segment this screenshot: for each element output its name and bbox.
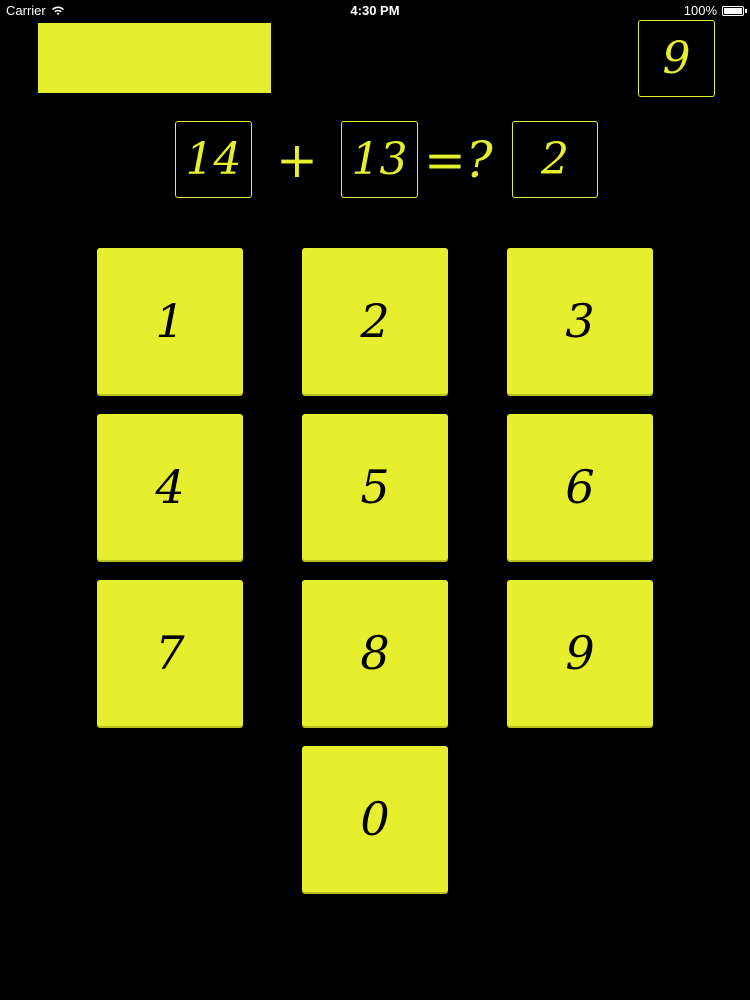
key-1[interactable]: 1 <box>97 248 243 394</box>
key-6[interactable]: 6 <box>507 414 653 560</box>
key-9[interactable]: 9 <box>507 580 653 726</box>
operand-1: 14 <box>175 121 252 198</box>
battery-icon <box>722 5 747 16</box>
status-time: 4:30 PM <box>350 3 400 18</box>
equals-question: =? <box>424 131 493 189</box>
key-0[interactable]: 0 <box>302 746 448 892</box>
key-7[interactable]: 7 <box>97 580 243 726</box>
key-8[interactable]: 8 <box>302 580 448 726</box>
battery-fill <box>724 7 742 14</box>
answer-display: 2 <box>512 121 598 198</box>
operand-2: 13 <box>341 121 418 198</box>
status-bar: Carrier 4:30 PM 100% <box>0 0 750 22</box>
key-5[interactable]: 5 <box>302 414 448 560</box>
plus-operator: + <box>276 131 318 189</box>
key-2[interactable]: 2 <box>302 248 448 394</box>
progress-bar <box>38 23 271 93</box>
battery-percent: 100% <box>683 3 717 18</box>
battery-status: 100% <box>683 3 747 18</box>
key-4[interactable]: 4 <box>97 414 243 560</box>
key-3[interactable]: 3 <box>507 248 653 394</box>
score-display: 9 <box>638 20 715 97</box>
